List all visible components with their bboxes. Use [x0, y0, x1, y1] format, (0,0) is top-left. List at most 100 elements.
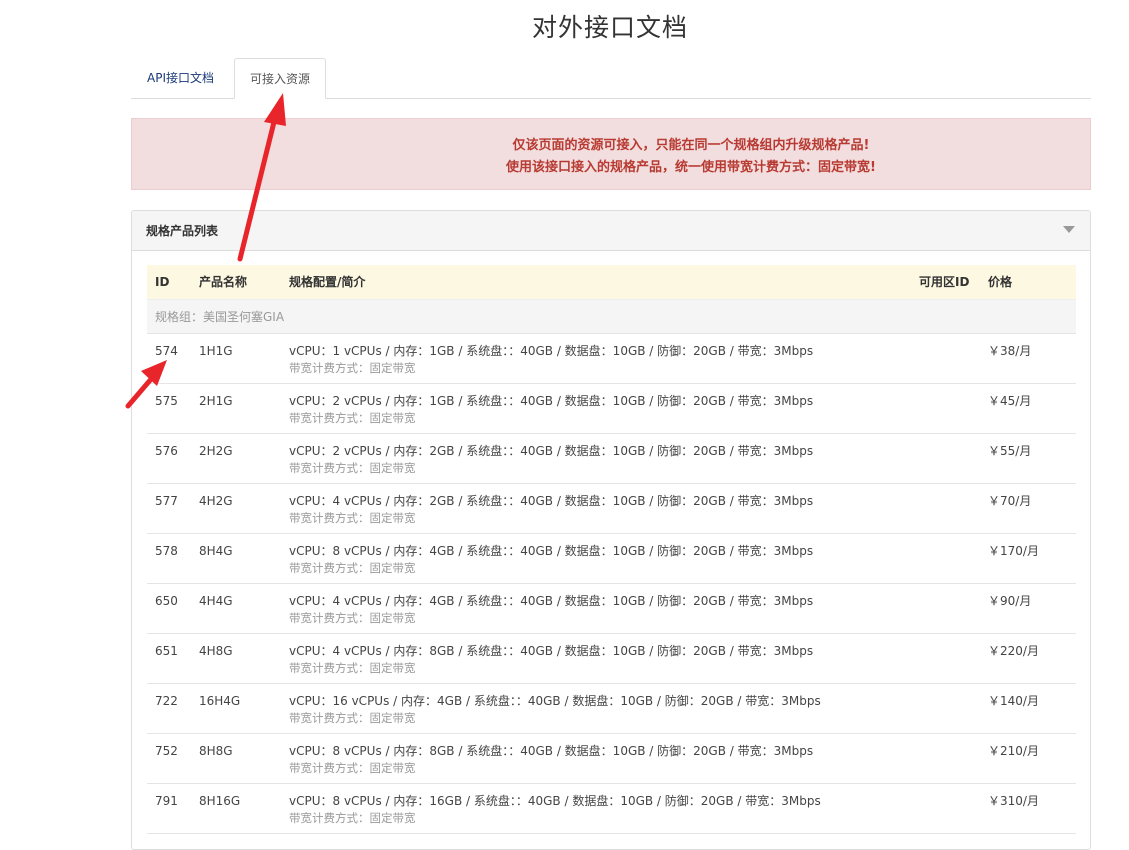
spec-group-row: 规格组：美国圣何塞GIA	[147, 299, 1076, 334]
billing-text: 带宽计费方式：固定带宽	[289, 460, 416, 475]
billing-text: 带宽计费方式：固定带宽	[289, 760, 416, 775]
table-row: 650 4H4G vCPU：4 vCPUs / 内存：4GB / 系统盘：：40GB…	[147, 583, 1076, 634]
panel-heading[interactable]: 规格产品列表	[132, 211, 1090, 251]
table-row: 722 16H4G vCPU：16 vCPUs / 内存：4GB / 系统盘：：40…	[147, 683, 1076, 734]
table-row: 577 4H2G vCPU：4 vCPUs / 内存：2GB / 系统盘：：40GB…	[147, 483, 1076, 534]
cell-product-name: 1H1G	[191, 333, 281, 384]
cell-spec: vCPU：8 vCPUs / 内存：16GB / 系统盘：：40GB / 数据盘…	[281, 783, 911, 834]
tab-api-docs[interactable]: API接口文档	[131, 58, 230, 98]
cell-product-name: 8H4G	[191, 533, 281, 584]
table-row: 791 8H16G vCPU：8 vCPUs / 内存：16GB / 系统盘：：40…	[147, 783, 1076, 834]
table-row: 651 4H8G vCPU：4 vCPUs / 内存：8GB / 系统盘：：40GB…	[147, 633, 1076, 684]
cell-spec: vCPU：8 vCPUs / 内存：8GB / 系统盘：：40GB / 数据盘：…	[281, 733, 911, 784]
cell-zone-id	[911, 533, 980, 584]
cell-price: ￥55/月	[980, 433, 1076, 484]
cell-id: 651	[147, 633, 191, 684]
cell-zone-id	[911, 633, 980, 684]
cell-id: 752	[147, 733, 191, 784]
spec-text: vCPU：2 vCPUs / 内存：2GB / 系统盘：：40GB / 数据盘：…	[289, 443, 814, 458]
cell-id: 650	[147, 583, 191, 634]
spec-group-label: 规格组：美国圣何塞GIA	[147, 299, 1076, 334]
cell-zone-id	[911, 483, 980, 534]
spec-text: vCPU：8 vCPUs / 内存：8GB / 系统盘：：40GB / 数据盘：…	[289, 743, 814, 758]
cell-spec: vCPU：4 vCPUs / 内存：8GB / 系统盘：：40GB / 数据盘：…	[281, 633, 911, 684]
alert-line-2: 使用该接口接入的规格产品，统一使用带宽计费方式：固定带宽!	[506, 160, 876, 175]
billing-text: 带宽计费方式：固定带宽	[289, 810, 416, 825]
cell-price: ￥210/月	[980, 733, 1076, 784]
spec-text: vCPU：4 vCPUs / 内存：2GB / 系统盘：：40GB / 数据盘：…	[289, 493, 814, 508]
cell-price: ￥70/月	[980, 483, 1076, 534]
cell-price: ￥38/月	[980, 333, 1076, 384]
caret-down-icon[interactable]	[1063, 226, 1075, 233]
cell-price: ￥220/月	[980, 633, 1076, 684]
tab-bar: API接口文档 可接入资源	[131, 58, 1091, 99]
spec-text: vCPU：8 vCPUs / 内存：4GB / 系统盘：：40GB / 数据盘：…	[289, 543, 814, 558]
cell-price: ￥170/月	[980, 533, 1076, 584]
header-zone-id: 可用区ID	[911, 265, 980, 300]
spec-text: vCPU：4 vCPUs / 内存：8GB / 系统盘：：40GB / 数据盘：…	[289, 643, 814, 658]
cell-spec: vCPU：8 vCPUs / 内存：4GB / 系统盘：：40GB / 数据盘：…	[281, 533, 911, 584]
billing-text: 带宽计费方式：固定带宽	[289, 610, 416, 625]
billing-text: 带宽计费方式：固定带宽	[289, 510, 416, 525]
cell-product-name: 8H16G	[191, 783, 281, 834]
cell-zone-id	[911, 783, 980, 834]
cell-zone-id	[911, 583, 980, 634]
spec-text: vCPU：8 vCPUs / 内存：16GB / 系统盘：：40GB / 数据盘…	[289, 793, 821, 808]
cell-zone-id	[911, 383, 980, 434]
table-row: 578 8H4G vCPU：8 vCPUs / 内存：4GB / 系统盘：：40GB…	[147, 533, 1076, 584]
cell-zone-id	[911, 433, 980, 484]
panel-title: 规格产品列表	[146, 224, 219, 238]
cell-product-name: 16H4G	[191, 683, 281, 734]
product-table: ID 产品名称 规格配置/简介 可用区ID 价格 规格组：美国圣何塞GIA 57…	[147, 265, 1076, 834]
product-list-panel: 规格产品列表 ID 产品名称 规格配置/简介 可用区ID 价格 规格组：美国圣何…	[131, 210, 1091, 850]
cell-spec: vCPU：4 vCPUs / 内存：4GB / 系统盘：：40GB / 数据盘：…	[281, 583, 911, 634]
header-product-name: 产品名称	[191, 265, 281, 300]
cell-price: ￥90/月	[980, 583, 1076, 634]
table-row: 574 1H1G vCPU：1 vCPUs / 内存：1GB / 系统盘：：40GB…	[147, 333, 1076, 384]
page-title: 对外接口文档	[531, 13, 688, 42]
cell-zone-id	[911, 683, 980, 734]
billing-text: 带宽计费方式：固定带宽	[289, 410, 416, 425]
cell-product-name: 4H8G	[191, 633, 281, 684]
billing-text: 带宽计费方式：固定带宽	[289, 660, 416, 675]
alert-line-1: 仅该页面的资源可接入，只能在同一个规格组内升级规格产品!	[512, 138, 870, 153]
table-row: 752 8H8G vCPU：8 vCPUs / 内存：8GB / 系统盘：：40GB…	[147, 733, 1076, 784]
cell-spec: vCPU：2 vCPUs / 内存：1GB / 系统盘：：40GB / 数据盘：…	[281, 383, 911, 434]
billing-text: 带宽计费方式：固定带宽	[289, 560, 416, 575]
table-row: 576 2H2G vCPU：2 vCPUs / 内存：2GB / 系统盘：：40GB…	[147, 433, 1076, 484]
spec-text: vCPU：2 vCPUs / 内存：1GB / 系统盘：：40GB / 数据盘：…	[289, 393, 814, 408]
cell-id: 577	[147, 483, 191, 534]
header-id: ID	[147, 265, 191, 300]
cell-id: 578	[147, 533, 191, 584]
cell-zone-id	[911, 733, 980, 784]
header-price: 价格	[980, 265, 1076, 300]
cell-product-name: 4H2G	[191, 483, 281, 534]
cell-product-name: 2H2G	[191, 433, 281, 484]
cell-spec: vCPU：2 vCPUs / 内存：2GB / 系统盘：：40GB / 数据盘：…	[281, 433, 911, 484]
cell-product-name: 8H8G	[191, 733, 281, 784]
table-row: 575 2H1G vCPU：2 vCPUs / 内存：1GB / 系统盘：：40GB…	[147, 383, 1076, 434]
cell-zone-id	[911, 333, 980, 384]
cell-spec: vCPU：1 vCPUs / 内存：1GB / 系统盘：：40GB / 数据盘：…	[281, 333, 911, 384]
cell-id: 574	[147, 333, 191, 384]
table-header-row: ID 产品名称 规格配置/简介 可用区ID 价格	[147, 265, 1076, 300]
cell-id: 575	[147, 383, 191, 434]
tab-accessible-resources[interactable]: 可接入资源	[234, 58, 326, 99]
cell-spec: vCPU：4 vCPUs / 内存：2GB / 系统盘：：40GB / 数据盘：…	[281, 483, 911, 534]
header-spec: 规格配置/简介	[281, 265, 911, 300]
billing-text: 带宽计费方式：固定带宽	[289, 710, 416, 725]
cell-price: ￥310/月	[980, 783, 1076, 834]
cell-price: ￥140/月	[980, 683, 1076, 734]
cell-spec: vCPU：16 vCPUs / 内存：4GB / 系统盘：：40GB / 数据盘…	[281, 683, 911, 734]
cell-id: 722	[147, 683, 191, 734]
cell-product-name: 4H4G	[191, 583, 281, 634]
spec-text: vCPU：16 vCPUs / 内存：4GB / 系统盘：：40GB / 数据盘…	[289, 693, 821, 708]
cell-id: 576	[147, 433, 191, 484]
cell-product-name: 2H1G	[191, 383, 281, 434]
cell-id: 791	[147, 783, 191, 834]
spec-text: vCPU：4 vCPUs / 内存：4GB / 系统盘：：40GB / 数据盘：…	[289, 593, 814, 608]
billing-text: 带宽计费方式：固定带宽	[289, 360, 416, 375]
cell-price: ￥45/月	[980, 383, 1076, 434]
spec-text: vCPU：1 vCPUs / 内存：1GB / 系统盘：：40GB / 数据盘：…	[289, 343, 814, 358]
notice-alert: 仅该页面的资源可接入，只能在同一个规格组内升级规格产品! 使用该接口接入的规格产…	[131, 118, 1091, 190]
